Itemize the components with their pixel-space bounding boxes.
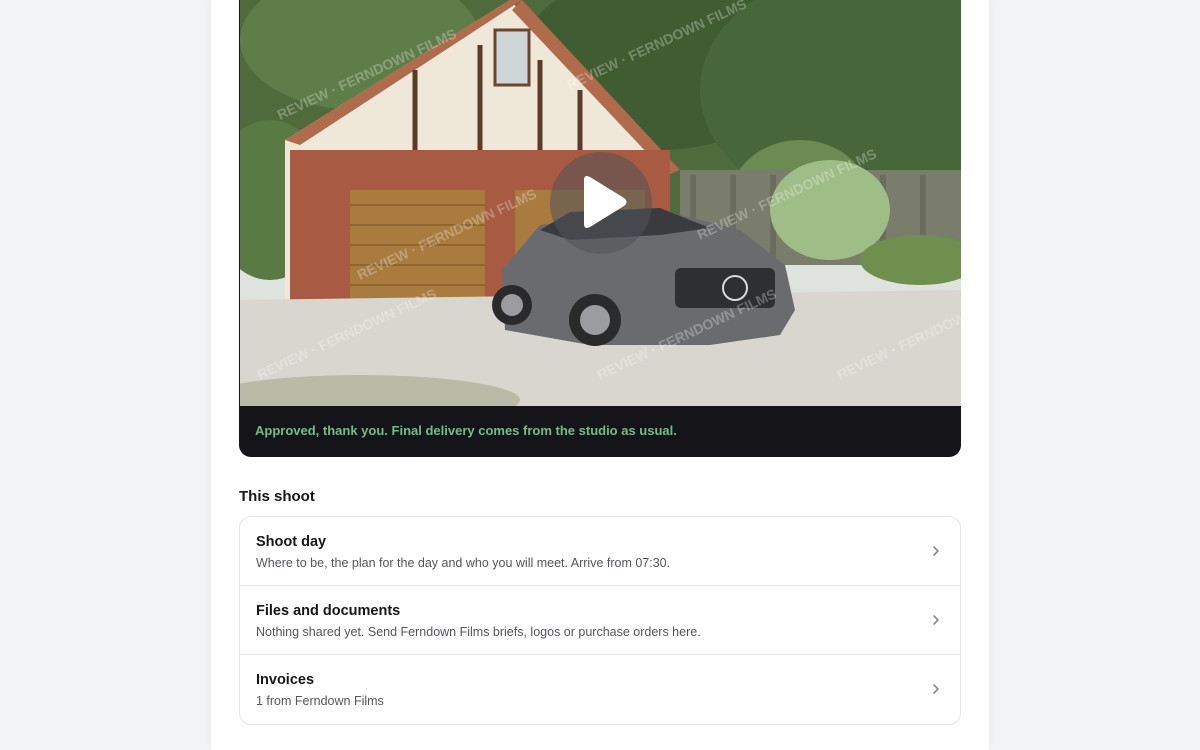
list-item-description: 1 from Ferndown Films [256, 694, 384, 708]
play-button[interactable] [550, 152, 652, 254]
chevron-right-icon [933, 615, 939, 625]
video-player[interactable]: REVIEW · FERNDOWN FILMS REVIEW · FERNDOW… [239, 0, 961, 457]
list-item-files-and-documents[interactable]: Files and documents Nothing shared yet. … [240, 586, 960, 655]
page-card: REVIEW · FERNDOWN FILMS REVIEW · FERNDOW… [211, 0, 989, 750]
play-icon [584, 176, 627, 228]
list-item-description: Nothing shared yet. Send Ferndown Films … [256, 625, 701, 639]
list-item-title: Shoot day [256, 534, 327, 550]
section-title: This shoot [239, 488, 315, 505]
chevron-right-icon [933, 684, 939, 694]
video-thumbnail[interactable]: REVIEW · FERNDOWN FILMS REVIEW · FERNDOW… [240, 0, 961, 406]
list-item-title: Invoices [256, 672, 315, 688]
list-item-title: Files and documents [256, 603, 401, 619]
shoot-links-list: Shoot day Where to be, the plan for the … [239, 516, 961, 725]
list-item-invoices[interactable]: Invoices 1 from Ferndown Films [240, 655, 960, 724]
list-item-shoot-day[interactable]: Shoot day Where to be, the plan for the … [240, 517, 960, 586]
video-caption: Approved, thank you. Final delivery come… [255, 423, 677, 438]
list-item-description: Where to be, the plan for the day and wh… [256, 556, 671, 570]
chevron-right-icon [933, 546, 939, 556]
